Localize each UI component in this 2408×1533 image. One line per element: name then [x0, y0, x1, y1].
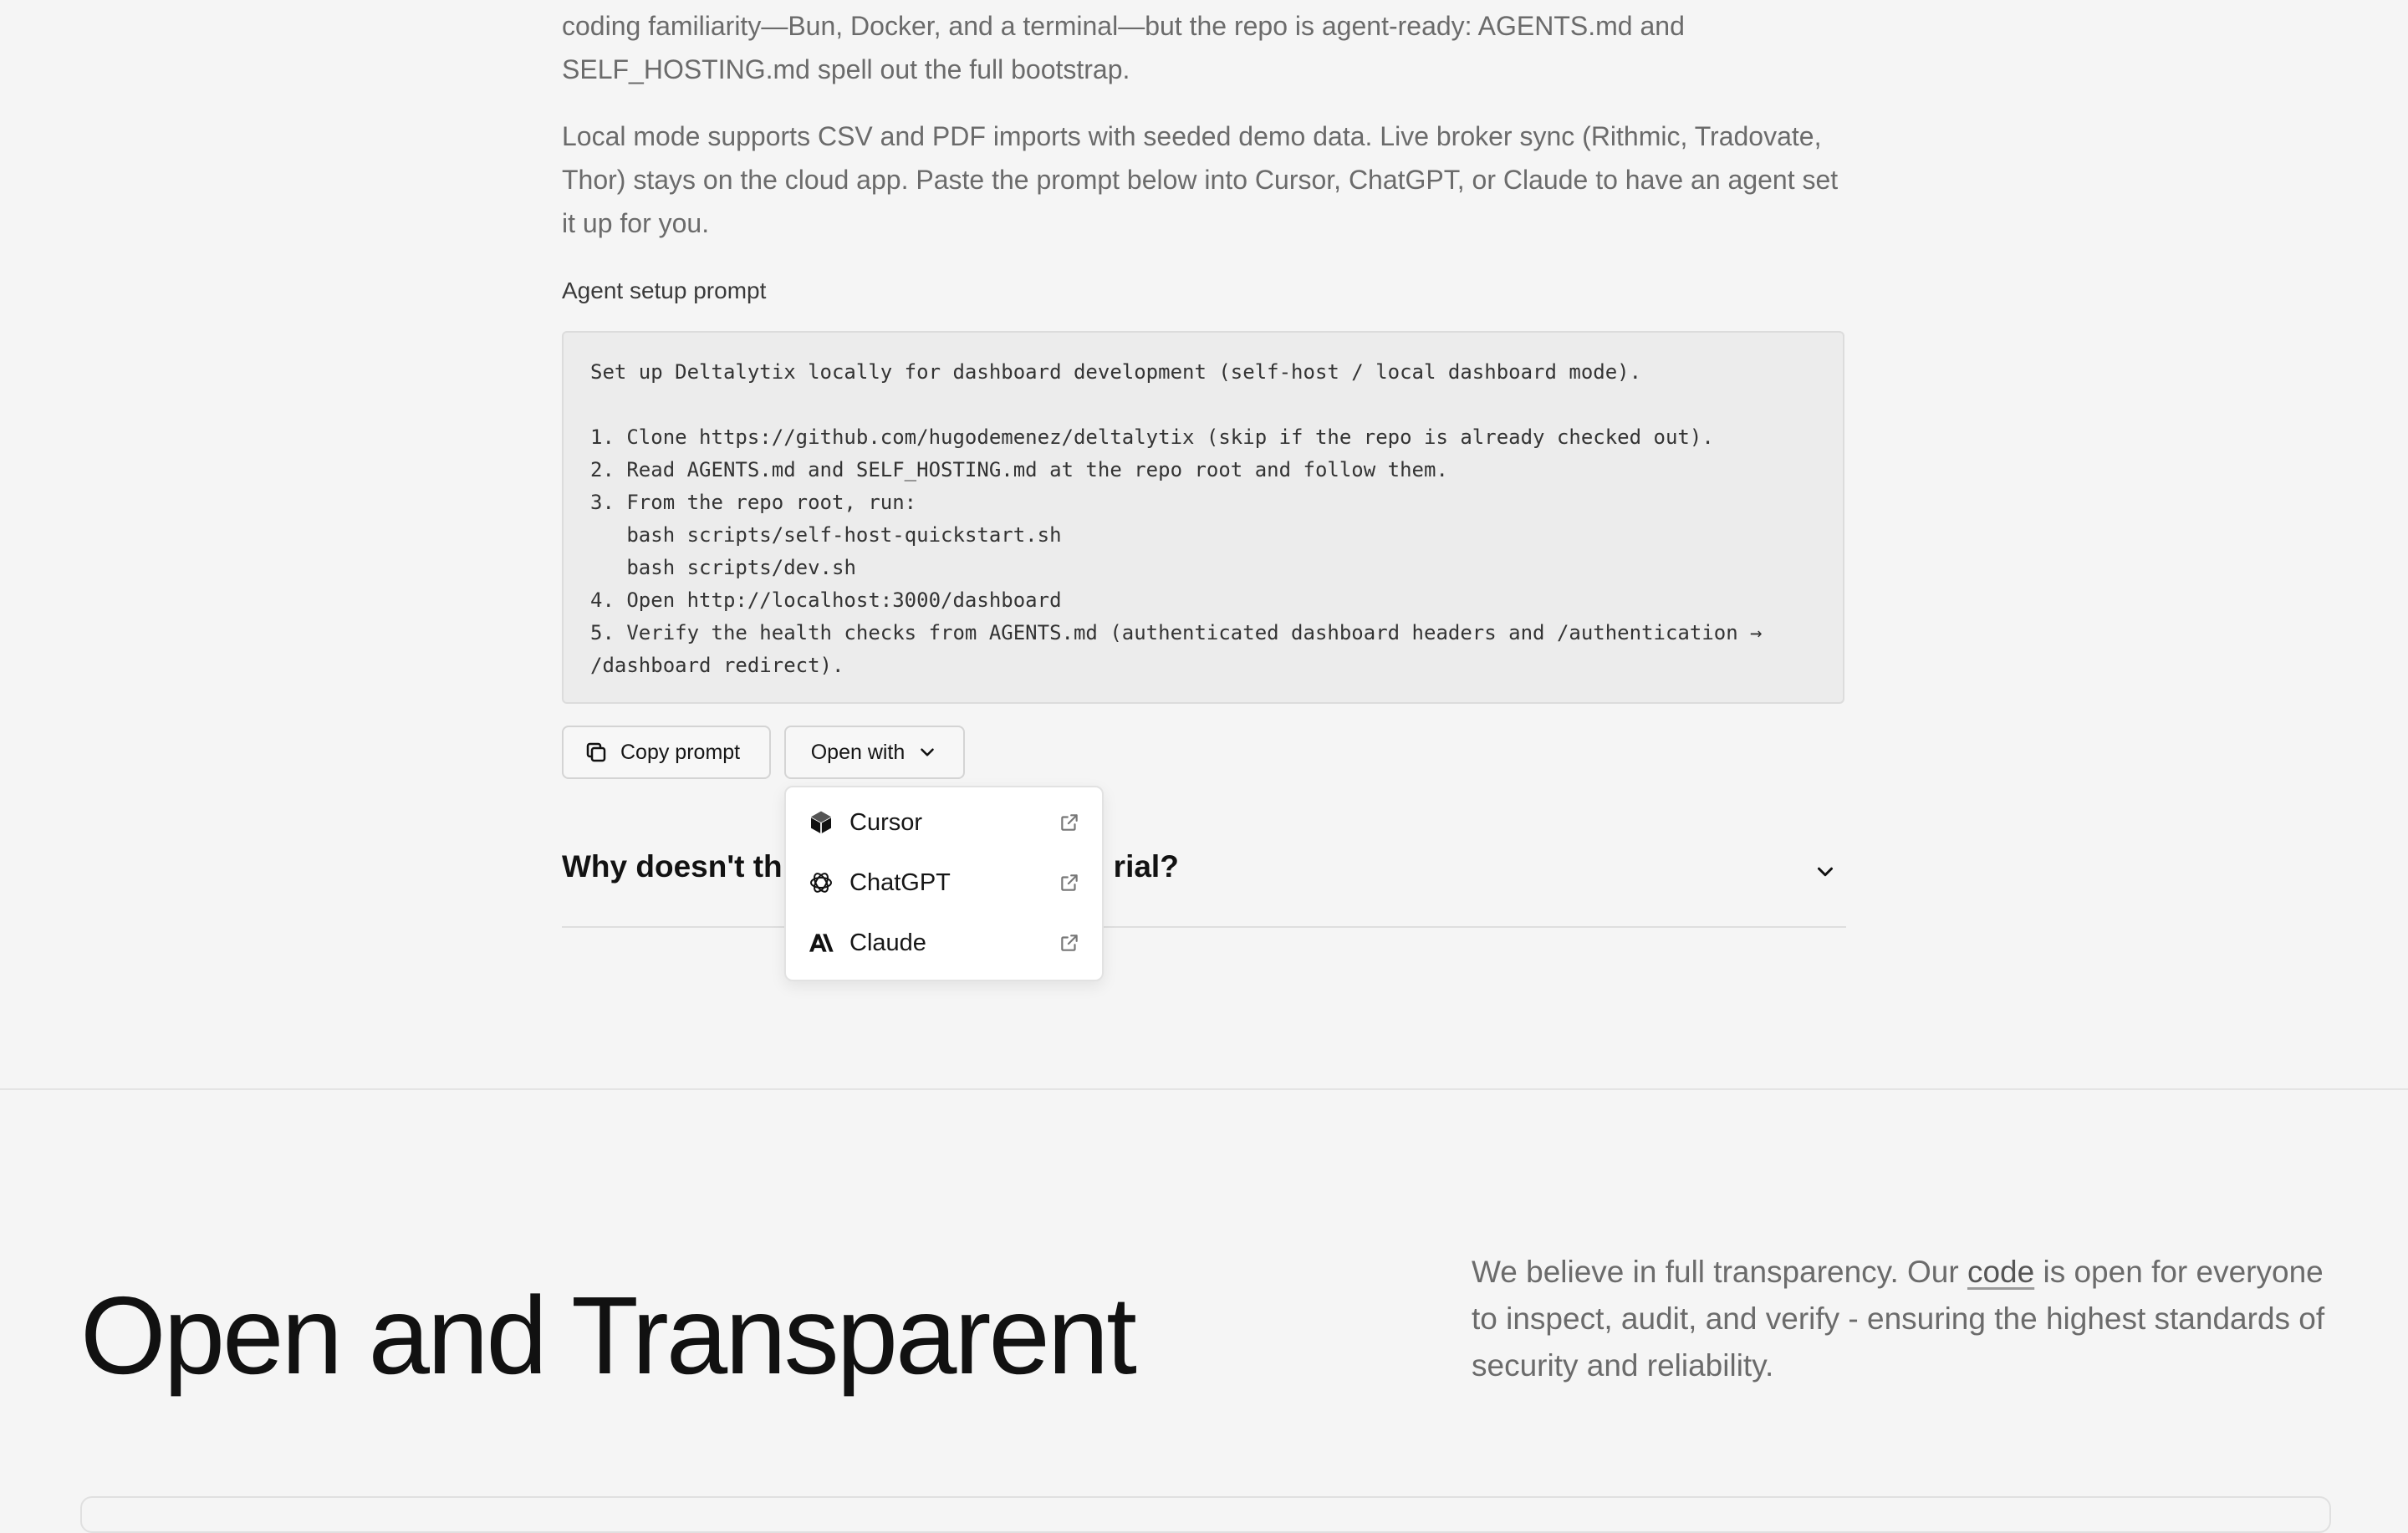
setup-paragraph-1: coding familiarity—Bun, Docker, and a te… — [562, 11, 1685, 84]
code-link[interactable]: code — [1967, 1255, 2034, 1289]
anthropic-logo-icon — [808, 929, 834, 956]
copy-prompt-label: Copy prompt — [620, 740, 741, 764]
external-link-icon — [1059, 812, 1080, 833]
menu-item-label: Cursor — [849, 808, 923, 836]
description-text-start: We believe in full transparency. Our — [1472, 1255, 1967, 1289]
menu-item-claude[interactable]: Claude — [786, 913, 1102, 973]
cursor-logo-icon — [808, 809, 834, 836]
open-with-button[interactable]: Open with — [784, 726, 965, 779]
setup-paragraph-2: Local mode supports CSV and PDF imports … — [562, 121, 1839, 238]
faq-item[interactable]: Why doesn't th rial? — [562, 844, 1846, 928]
external-link-icon — [1059, 932, 1080, 954]
chevron-down-icon[interactable] — [1813, 859, 1838, 889]
prompt-code-block: Set up Deltalytix locally for dashboard … — [562, 331, 1844, 704]
faq-question-end: rial? — [1113, 849, 1179, 884]
open-with-label: Open with — [810, 740, 906, 764]
menu-item-label: ChatGPT — [849, 868, 951, 896]
open-with-dropdown-menu: Cursor ChatGPT Claude — [784, 786, 1104, 981]
content-card — [80, 1496, 2331, 1533]
copy-icon — [584, 740, 609, 765]
prompt-text: Set up Deltalytix locally for dashboard … — [590, 360, 1763, 677]
external-link-icon — [1059, 872, 1080, 894]
copy-prompt-button[interactable]: Copy prompt — [562, 726, 771, 779]
menu-item-cursor[interactable]: Cursor — [786, 792, 1102, 853]
section-divider — [0, 1088, 2408, 1090]
chatgpt-logo-icon — [808, 869, 834, 896]
transparency-description: We believe in full transparency. Our cod… — [1472, 1249, 2333, 1389]
menu-item-label: Claude — [849, 929, 926, 956]
prompt-label: Agent setup prompt — [562, 278, 767, 303]
chevron-down-icon — [916, 741, 938, 763]
section-title: Open and Transparent — [80, 1274, 1137, 1397]
faq-question-start: Why doesn't th — [562, 849, 783, 884]
menu-item-chatgpt[interactable]: ChatGPT — [786, 853, 1102, 913]
